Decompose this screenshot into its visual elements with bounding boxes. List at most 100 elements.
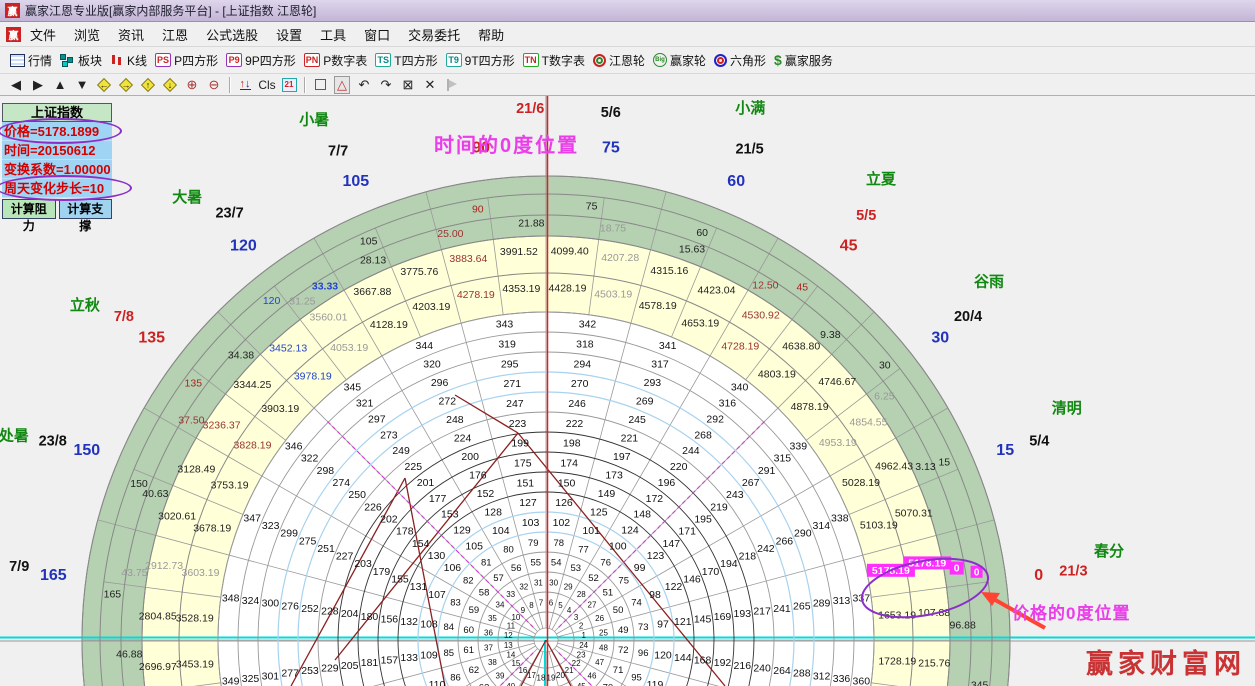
toolbar-button-赢家轮[interactable]: Big赢家轮	[649, 51, 710, 70]
watermark: 赢家财富网	[1086, 642, 1246, 681]
square-tool-icon[interactable]	[309, 76, 331, 94]
wheel-element: 3528.19	[176, 613, 214, 625]
calendar-icon[interactable]: 21	[278, 76, 300, 94]
info-row-3: 周天变化步长=10	[2, 179, 112, 198]
wheel-element: 344	[416, 340, 434, 352]
wheel-element: 45	[577, 682, 586, 686]
toolbar-separator	[304, 77, 305, 93]
toolbar-button-T数字表[interactable]: TNT数字表	[519, 51, 589, 70]
toolbar-button-P四方形[interactable]: PSP四方形	[151, 51, 222, 70]
gann-wheel-svg[interactable]: 1234567891011121314151617181920212223242…	[0, 96, 1255, 686]
wheel-element: 129	[453, 525, 471, 537]
wheel-element: 179	[373, 566, 391, 578]
diamond-down-icon[interactable]: ↓	[159, 76, 181, 94]
wheel-element: 85	[444, 648, 455, 659]
hexagon-icon	[714, 54, 727, 67]
arrow-left-icon[interactable]: ◀	[5, 76, 27, 94]
menu-item-7[interactable]: 窗口	[355, 22, 399, 47]
wheel-element: 23	[577, 651, 586, 660]
wheel-element: 立夏	[866, 170, 897, 188]
menu-item-9[interactable]: 帮助	[469, 22, 513, 47]
toolbar-button-9T四方形[interactable]: T99T四方形	[442, 51, 519, 70]
diamond-right-icon[interactable]: →	[115, 76, 137, 94]
toolbar-button-六角形[interactable]: 六角形	[710, 51, 770, 70]
wheel-element: 46	[588, 671, 597, 680]
wheel-element: 123	[647, 550, 665, 562]
diamond-left-icon[interactable]: ←	[93, 76, 115, 94]
toolbar-button-P数字表[interactable]: PNP数字表	[300, 51, 372, 70]
menu-item-2[interactable]: 资讯	[109, 22, 153, 47]
wheel-element: 80	[503, 545, 514, 556]
zoom-in-icon[interactable]: ⊕	[181, 76, 203, 94]
wheel-element: 316	[719, 398, 737, 410]
toolbar-button-赢家服务[interactable]: $赢家服务	[770, 51, 837, 70]
wheel-element: 341	[659, 340, 677, 352]
wheel-element: 7	[539, 598, 544, 607]
flip-vertical-icon[interactable]: ↑↓	[234, 76, 256, 94]
cls-button[interactable]: Cls	[256, 76, 278, 94]
window-title: 赢家江恩专业版[赢家内部服务平台] - [上证指数 江恩轮]	[25, 2, 316, 19]
wheel-element: 178	[396, 526, 414, 538]
wheel-element: 31	[534, 579, 543, 588]
wheel-element: 33	[506, 590, 515, 599]
wheel-element: 170	[702, 566, 720, 578]
diamond-up-icon[interactable]: ↑	[137, 76, 159, 94]
wheel-element: 4878.19	[791, 401, 829, 413]
wheel-element: 3603.19	[182, 567, 220, 579]
wheel-element: 7/8	[114, 309, 134, 325]
box-x-icon[interactable]: ⊠	[397, 76, 419, 94]
menu-item-8[interactable]: 交易委托	[399, 22, 469, 47]
menu-item-6[interactable]: 工具	[311, 22, 355, 47]
toolbar-button-板块[interactable]: 板块	[56, 51, 106, 70]
wheel-element: 340	[731, 382, 749, 394]
wheel-element: 181	[361, 657, 379, 669]
toolbar-button-K线[interactable]: K线	[106, 51, 151, 70]
zoom-out-icon[interactable]: ⊖	[203, 76, 225, 94]
wheel-element: 4530.92	[742, 310, 780, 322]
wheel-element: 4353.19	[502, 283, 540, 295]
toolbar-button-江恩轮[interactable]: 江恩轮	[589, 51, 649, 70]
arrow-up-icon[interactable]: ▲	[49, 76, 71, 94]
wheel-element: 0	[1034, 567, 1043, 584]
arrow-down-icon[interactable]: ▼	[71, 76, 93, 94]
wheel-element: 295	[501, 358, 519, 370]
menu-item-3[interactable]: 江恩	[153, 22, 197, 47]
toolbar-button-T四方形[interactable]: TST四方形	[371, 51, 441, 70]
wheel-element: 201	[417, 477, 435, 489]
triangle-tool-icon[interactable]: △	[331, 76, 353, 94]
toolbar-button-9P四方形[interactable]: P99P四方形	[222, 51, 300, 70]
wheel-element: 197	[613, 451, 631, 463]
time-zero-annotation: 时间的0度位置	[434, 129, 579, 158]
wheel-element: 243	[726, 489, 744, 501]
flag-icon[interactable]	[441, 76, 463, 94]
wheel-element: 324	[242, 595, 260, 607]
menu-item-4[interactable]: 公式选股	[197, 22, 267, 47]
wheel-element: 61	[463, 645, 474, 656]
wheel-element: 4053.19	[330, 342, 368, 354]
gann-wheel-chart[interactable]: 1234567891011121314151617181920212223242…	[0, 96, 1255, 686]
wheel-element: 119	[647, 679, 664, 686]
arrow-right-icon[interactable]: ▶	[27, 76, 49, 94]
calc-support-button[interactable]: 计算支撑	[59, 199, 113, 219]
menu-item-5[interactable]: 设置	[267, 22, 311, 47]
toolbar-button-行情[interactable]: 行情	[6, 51, 56, 70]
wheel-element: 81	[481, 557, 492, 568]
menu-items: 文件浏览资讯江恩公式选股设置工具窗口交易委托帮助	[21, 22, 513, 47]
wheel-element: 75	[602, 139, 620, 156]
wheel-element: 293	[644, 377, 662, 389]
menu-item-1[interactable]: 浏览	[65, 22, 109, 47]
collapse-icon[interactable]: ✕	[419, 76, 441, 94]
wheel-element: 2696.97	[139, 661, 177, 673]
wheel-element: 133	[400, 652, 418, 664]
wheel-element: 3.13	[915, 461, 936, 473]
calc-resistance-button[interactable]: 计算阻力	[2, 199, 56, 219]
rotate-ccw-icon[interactable]: ↶	[353, 76, 375, 94]
wheel-element: 165	[104, 588, 122, 600]
wheel-element: 春分	[1094, 542, 1124, 560]
wheel-element: 148	[633, 509, 651, 521]
wheel-element: 18.75	[600, 222, 626, 234]
wheel-element: 174	[560, 458, 578, 470]
rotate-cw-icon[interactable]: ↷	[375, 76, 397, 94]
wheel-element: 325	[242, 673, 260, 685]
menu-item-0[interactable]: 文件	[21, 22, 65, 47]
